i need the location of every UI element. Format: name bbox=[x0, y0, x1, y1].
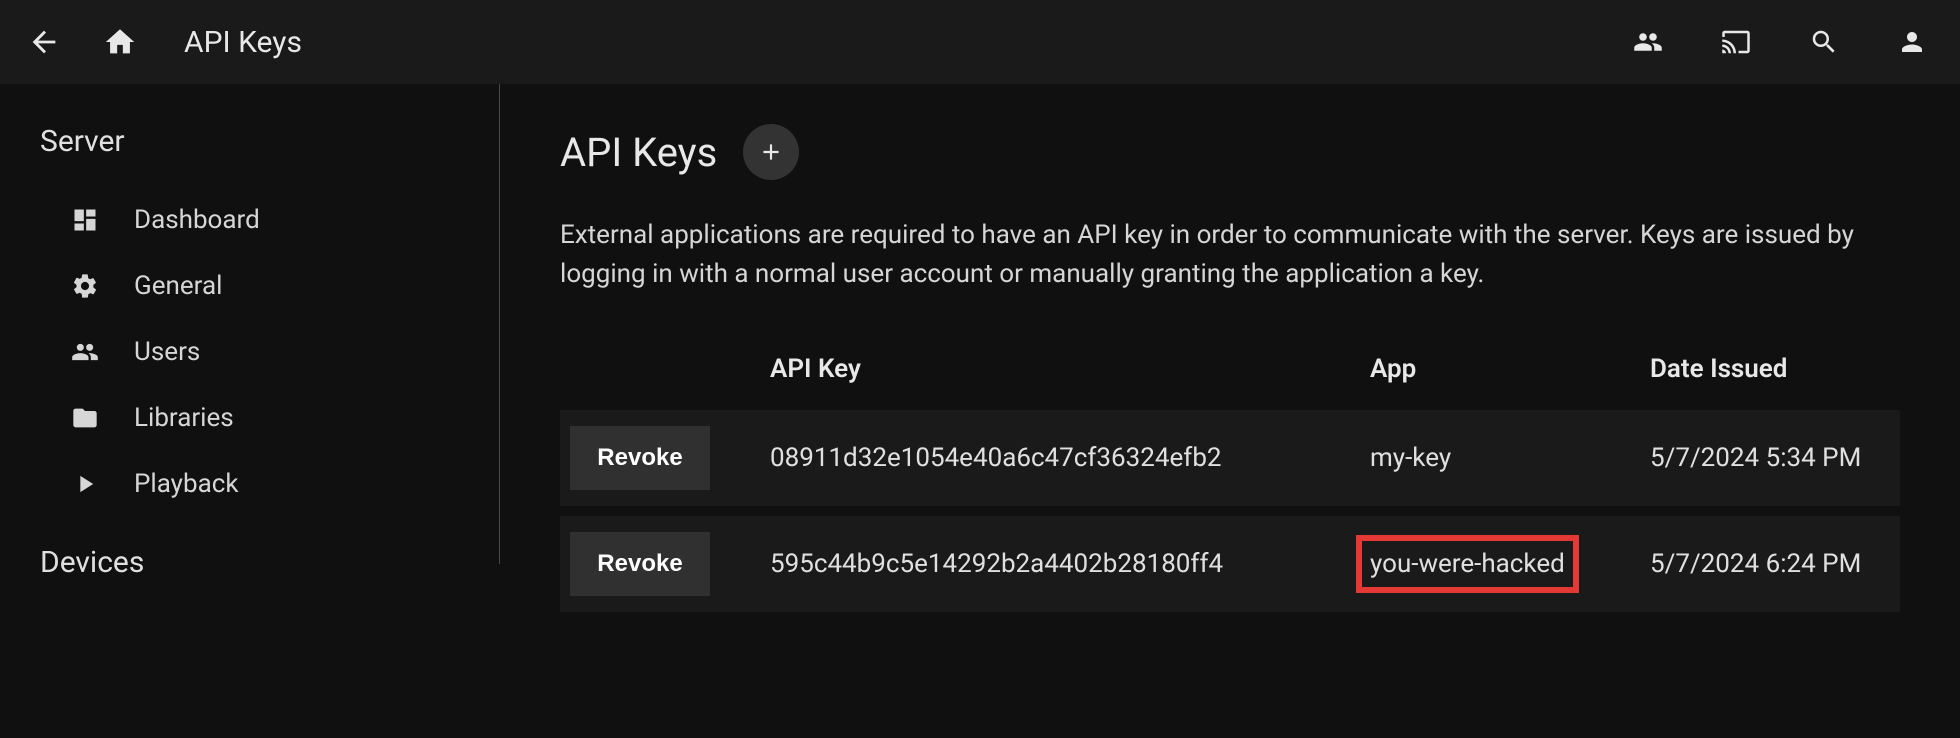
play-icon bbox=[70, 469, 100, 499]
search-icon[interactable] bbox=[1800, 18, 1848, 66]
page-title: API Keys bbox=[560, 129, 717, 176]
page-description: External applications are required to ha… bbox=[560, 216, 1860, 294]
dashboard-icon bbox=[70, 205, 100, 235]
main-content: API Keys External applications are requi… bbox=[500, 84, 1960, 738]
users-icon bbox=[70, 337, 100, 367]
table-row: Revoke 595c44b9c5e14292b2a4402b28180ff4 … bbox=[560, 516, 1900, 612]
sidebar-item-playback[interactable]: Playback bbox=[40, 451, 463, 517]
sidebar-item-label: Users bbox=[134, 337, 200, 367]
users-icon[interactable] bbox=[1624, 18, 1672, 66]
sidebar-item-label: Libraries bbox=[134, 403, 234, 433]
sidebar-item-label: General bbox=[134, 271, 222, 301]
cell-api-key: 595c44b9c5e14292b2a4402b28180ff4 bbox=[770, 549, 1370, 579]
add-key-button[interactable] bbox=[743, 124, 799, 180]
plus-icon bbox=[758, 139, 784, 165]
gear-icon bbox=[70, 271, 100, 301]
revoke-button[interactable]: Revoke bbox=[570, 532, 710, 596]
cast-icon[interactable] bbox=[1712, 18, 1760, 66]
top-bar-left: API Keys bbox=[20, 18, 302, 66]
sidebar-item-libraries[interactable]: Libraries bbox=[40, 385, 463, 451]
page-header: API Keys bbox=[560, 124, 1900, 180]
home-icon[interactable] bbox=[96, 18, 144, 66]
sidebar-item-users[interactable]: Users bbox=[40, 319, 463, 385]
cell-date-issued: 5/7/2024 5:34 PM bbox=[1650, 443, 1890, 473]
folder-icon bbox=[70, 403, 100, 433]
back-icon[interactable] bbox=[20, 18, 68, 66]
sidebar-item-label: Dashboard bbox=[134, 205, 260, 235]
api-keys-table: API Key App Date Issued Revoke 08911d32e… bbox=[560, 338, 1900, 612]
col-date-issued: Date Issued bbox=[1650, 354, 1890, 384]
sidebar-item-general[interactable]: General bbox=[40, 253, 463, 319]
col-api-key: API Key bbox=[770, 354, 1370, 384]
sidebar-item-label: Playback bbox=[134, 469, 239, 499]
top-bar-right bbox=[1624, 18, 1936, 66]
page-breadcrumb: API Keys bbox=[184, 25, 302, 60]
sidebar-item-dashboard[interactable]: Dashboard bbox=[40, 187, 463, 253]
col-app: App bbox=[1370, 354, 1650, 384]
sidebar-section-server: Server bbox=[40, 124, 463, 159]
cell-api-key: 08911d32e1054e40a6c47cf36324efb2 bbox=[770, 443, 1370, 473]
top-bar: API Keys bbox=[0, 0, 1960, 84]
cell-app-text: you-were-hacked bbox=[1370, 549, 1565, 579]
cell-app: you-were-hacked bbox=[1370, 549, 1650, 579]
revoke-button[interactable]: Revoke bbox=[570, 426, 710, 490]
cell-app: my-key bbox=[1370, 443, 1650, 473]
table-row: Revoke 08911d32e1054e40a6c47cf36324efb2 … bbox=[560, 410, 1900, 506]
table-header: API Key App Date Issued bbox=[560, 338, 1900, 400]
sidebar-section-devices: Devices bbox=[40, 545, 463, 580]
cell-date-issued: 5/7/2024 6:24 PM bbox=[1650, 549, 1890, 579]
profile-icon[interactable] bbox=[1888, 18, 1936, 66]
sidebar: Server Dashboard General Users Libraries bbox=[0, 84, 500, 564]
